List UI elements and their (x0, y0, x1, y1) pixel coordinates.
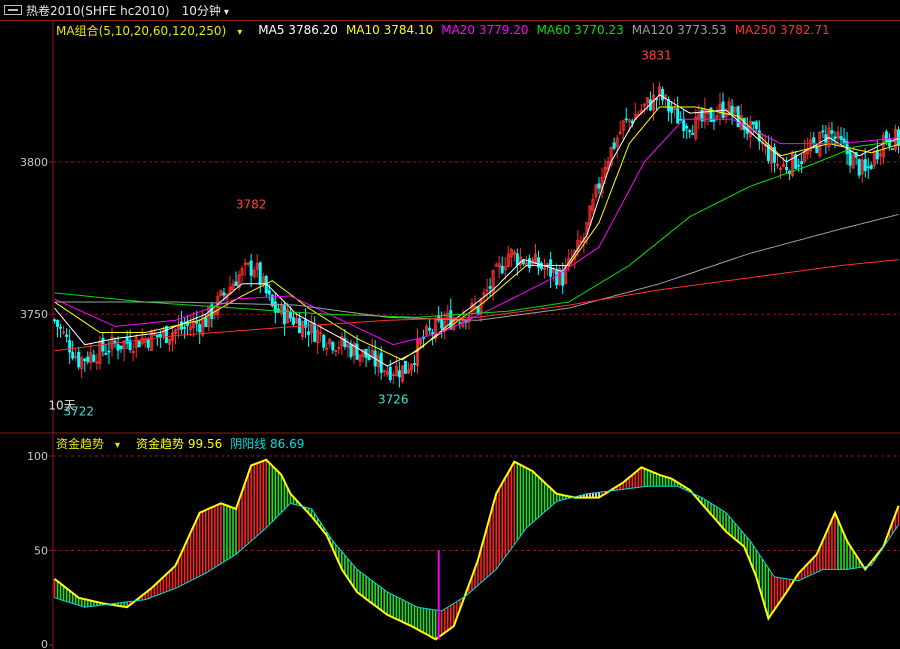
candle-down (258, 262, 262, 285)
candle-down (785, 166, 789, 171)
candle-down (71, 352, 75, 359)
indicator-tick-label: 0 (41, 638, 48, 649)
candle-down (875, 150, 879, 160)
candle-down (754, 121, 758, 130)
candle-down (56, 320, 60, 327)
candle-down (322, 334, 326, 348)
ma250-line (54, 259, 899, 352)
candle-down (751, 121, 755, 125)
candle-down (515, 253, 519, 266)
candle-down (267, 290, 271, 295)
price-tick-label: 3800 (20, 156, 48, 169)
candle-down (331, 342, 335, 351)
candle-down (857, 159, 861, 176)
chart-area[interactable]: 37503800050100378238313726372210天 (0, 0, 900, 649)
candle-down (104, 353, 108, 355)
candle-down (440, 317, 444, 329)
candle-down (555, 270, 559, 286)
candle-down (83, 358, 87, 361)
candles-group (53, 82, 900, 388)
candle-down (476, 306, 480, 314)
candle-down (624, 118, 628, 121)
candle-down (848, 150, 852, 166)
candle-down (65, 334, 69, 337)
candle-down (107, 350, 111, 353)
candle-down (670, 107, 674, 113)
candle-down (119, 345, 123, 349)
candle-down (685, 126, 689, 129)
price-annotation: 3831 (641, 48, 672, 62)
candle-down (691, 132, 695, 135)
price-tick-label: 3750 (20, 308, 48, 321)
candle-down (679, 118, 683, 121)
candle-down (812, 137, 816, 143)
candle-down (355, 343, 359, 360)
candle-down (842, 138, 846, 144)
candle-down (68, 340, 72, 353)
candle-down (313, 323, 317, 342)
candle-down (183, 327, 187, 329)
candle-down (797, 164, 801, 167)
candle-down (428, 327, 432, 331)
candle-down (869, 165, 873, 169)
candle-down (307, 331, 311, 336)
candle-down (412, 363, 416, 365)
candle-down (116, 344, 120, 351)
candle-down (155, 334, 159, 338)
candle-down (488, 286, 492, 289)
candle-down (53, 319, 57, 322)
candle-down (863, 159, 867, 172)
price-annotation: 3782 (236, 198, 267, 212)
candle-down (137, 340, 141, 348)
price-annotation: 3726 (378, 392, 409, 406)
candle-down (291, 317, 295, 325)
candle-down (77, 351, 81, 368)
candle-down (59, 326, 63, 329)
candle-down (288, 311, 292, 319)
candle-down (125, 337, 129, 344)
candle-down (527, 258, 531, 269)
candle-down (612, 142, 616, 149)
candle-down (198, 324, 202, 333)
candle-down (146, 339, 150, 348)
candle-down (521, 260, 525, 265)
candle-down (661, 88, 665, 101)
candle-down (367, 355, 371, 361)
price-annotation: 10天 (48, 398, 75, 412)
candle-down (349, 344, 353, 358)
candle-down (890, 148, 894, 151)
candle-down (282, 305, 286, 325)
candle-down (884, 131, 888, 143)
candle-down (431, 332, 435, 335)
candle-down (821, 130, 825, 133)
candle-down (180, 321, 184, 330)
candle-down (158, 334, 162, 337)
indicator-tick-label: 50 (34, 545, 48, 558)
candle-down (195, 321, 199, 324)
candle-down (164, 326, 168, 343)
candle-down (92, 354, 96, 362)
candle-down (742, 117, 746, 131)
candle-down (839, 136, 843, 140)
candle-down (730, 105, 734, 116)
candle-down (388, 366, 392, 381)
candle-down (800, 161, 804, 165)
indicator-tick-label: 100 (27, 450, 48, 463)
candle-down (866, 166, 870, 169)
candle-down (397, 370, 401, 378)
candle-down (688, 130, 692, 133)
candle-down (403, 360, 407, 374)
candle-down (222, 292, 226, 296)
candle-down (830, 130, 834, 134)
candle-down (500, 265, 504, 274)
candle-down (676, 108, 680, 124)
candle-down (249, 260, 253, 276)
candle-down (833, 136, 837, 140)
candle-down (597, 183, 601, 189)
candle-down (204, 317, 208, 328)
candle-down (234, 281, 238, 287)
candle-down (721, 101, 725, 118)
candle-down (86, 356, 90, 363)
fund-trend-line (53, 458, 900, 641)
